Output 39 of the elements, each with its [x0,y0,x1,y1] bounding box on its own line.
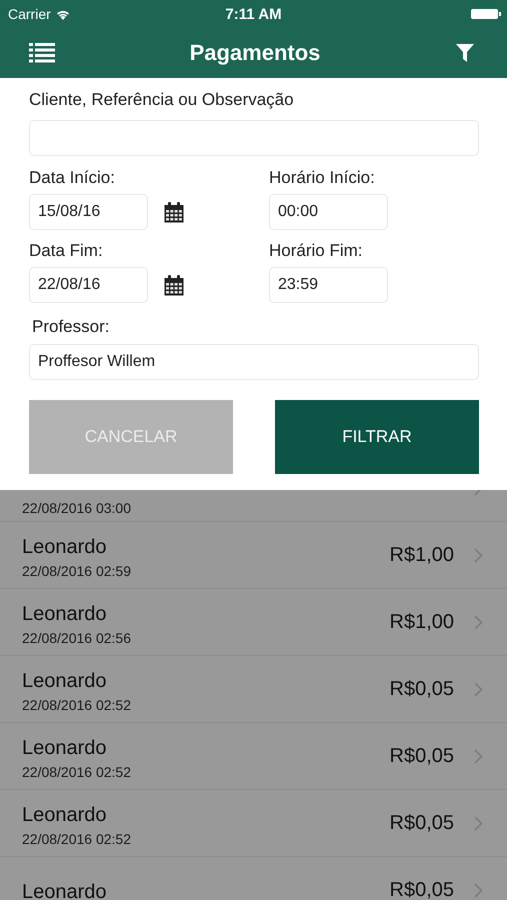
payment-date: 22/08/2016 02:52 [22,696,132,712]
client-name: Leonardo [22,804,108,826]
field-label: Horário Fim: [269,241,364,261]
carrier-label: Carrier [8,6,51,22]
payment-amount: R$0,05 [390,878,454,900]
field-label: Horário Início: [269,168,376,188]
field-label: Data Início: [29,168,116,188]
status-time: 7:11 AM [225,6,282,22]
payment-date: 22/08/2016 02:56 [22,630,132,646]
payment-amount: R$1,00 [390,610,454,634]
field-label: Professor: [32,317,110,337]
date-field[interactable]: 15/08/16 [29,194,148,230]
time-field[interactable]: 23:59 [269,267,388,303]
payment-amount: R$0,05 [390,812,454,834]
calendar-icon[interactable] [164,274,184,296]
time-field[interactable]: 00:00 [269,194,388,230]
calendar-icon[interactable] [164,202,184,222]
client-name: Leonardo [22,670,108,692]
filter-button[interactable]: FILTRAR [275,400,479,474]
battery-icon [471,8,501,20]
menu-icon[interactable] [29,43,55,63]
client-name: Leonardo [22,736,108,760]
page-title: Pagamentos [190,40,320,66]
wifi-icon [56,8,70,20]
payment-date: 22/08/2016 02:59 [22,562,132,578]
client-name: Leonardo [22,536,108,558]
payment-date: 22/08/2016 02:52 [22,830,132,846]
payment-amount: R$1,00 [390,544,454,566]
field-label: Cliente, Referência ou Observação [29,90,295,110]
payment-date: 22/08/2016 02:52 [22,764,132,780]
filter-icon[interactable] [454,43,475,63]
field-label: Data Fim: [29,241,104,261]
payment-amount: R$0,05 [390,678,454,700]
payment-amount: R$0,05 [390,744,454,768]
professor-field[interactable]: Proffesor Willem [29,344,479,380]
date-field[interactable]: 22/08/16 [29,267,148,303]
client-name: Leonardo [22,602,108,626]
payment-date: 22/08/2016 03:00 [22,500,132,516]
client-name: Leonardo [22,880,108,900]
